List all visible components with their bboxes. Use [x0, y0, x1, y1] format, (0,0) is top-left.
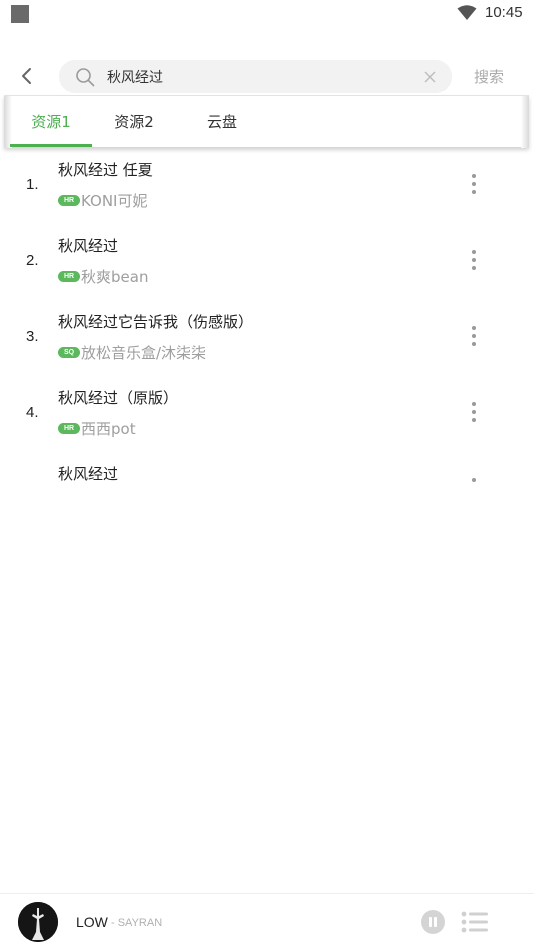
search-button[interactable]: 搜索	[474, 66, 504, 87]
result-artist: 秋爽bean	[81, 268, 149, 286]
tab-indicator	[10, 144, 92, 147]
status-time: 10:45	[485, 4, 523, 21]
result-subtitle: HR 西西pot	[58, 418, 136, 439]
tab-bar: 资源1 资源2 云盘	[4, 95, 529, 148]
result-title: 秋风经过它告诉我（伤感版）	[58, 313, 254, 331]
quality-badge: HR	[58, 423, 80, 434]
more-vertical-icon[interactable]	[466, 324, 482, 350]
album-art[interactable]	[18, 902, 58, 942]
quality-badge: HR	[58, 195, 80, 206]
more-vertical-icon[interactable]	[466, 172, 482, 198]
tab-source-2[interactable]: 资源2	[94, 96, 174, 146]
more-vertical-icon[interactable]	[466, 400, 482, 426]
result-index: 5.	[26, 480, 39, 482]
album-art-image	[18, 902, 58, 942]
quality-badge: HR	[58, 271, 80, 282]
result-title: 秋风经过（原版）	[58, 389, 179, 407]
notification-icon	[11, 5, 29, 23]
list-item[interactable]: 1. 秋风经过 任夏 HR KONI可妮	[0, 148, 534, 224]
result-index: 2.	[26, 252, 39, 269]
result-title: 秋风经过	[58, 237, 119, 255]
more-vertical-icon[interactable]	[466, 248, 482, 274]
pause-icon[interactable]	[421, 910, 445, 934]
result-artist: 放松音乐盒/沐柒柒	[81, 344, 207, 362]
playlist-icon[interactable]	[461, 910, 489, 934]
search-box[interactable]	[59, 60, 452, 93]
list-item[interactable]: 3. 秋风经过它告诉我（伤感版） SQ 放松音乐盒/沐柒柒	[0, 300, 534, 376]
result-title: 秋风经过 任夏	[58, 161, 153, 179]
tab-source-1[interactable]: 资源1	[10, 96, 92, 146]
more-vertical-icon[interactable]	[466, 476, 482, 482]
list-item[interactable]: 2. 秋风经过 HR 秋爽bean	[0, 224, 534, 300]
player-bar[interactable]: LOW - SAYRAN	[0, 893, 534, 949]
list-item[interactable]: 4. 秋风经过（原版） HR 西西pot	[0, 376, 534, 452]
close-icon[interactable]	[422, 69, 438, 85]
result-list: 1. 秋风经过 任夏 HR KONI可妮 2. 秋风经过 HR 秋爽bean 3…	[0, 148, 534, 482]
result-subtitle: HR 秋爽bean	[58, 266, 148, 287]
quality-badge: SQ	[58, 347, 80, 358]
player-artist: - SAYRAN	[111, 917, 163, 929]
result-index: 4.	[26, 404, 39, 421]
tab-bar-edge	[521, 96, 529, 148]
search-input[interactable]	[107, 60, 407, 93]
wifi-icon	[457, 5, 477, 20]
tab-cloud[interactable]: 云盘	[184, 96, 260, 146]
status-bar: 10:45	[0, 0, 534, 28]
result-subtitle: SQ 放松音乐盒/沐柒柒	[58, 342, 206, 363]
list-item[interactable]: 5. 秋风经过	[0, 452, 534, 482]
result-index: 3.	[26, 328, 39, 345]
result-artist: KONI可妮	[81, 192, 148, 210]
result-artist: 西西pot	[81, 420, 136, 438]
player-title: LOW	[76, 914, 108, 930]
result-title: 秋风经过	[58, 465, 119, 482]
chevron-left-icon	[22, 68, 31, 84]
back-button[interactable]	[14, 62, 40, 90]
result-subtitle: HR KONI可妮	[58, 190, 147, 211]
result-index: 1.	[26, 176, 39, 193]
search-icon	[76, 68, 95, 87]
